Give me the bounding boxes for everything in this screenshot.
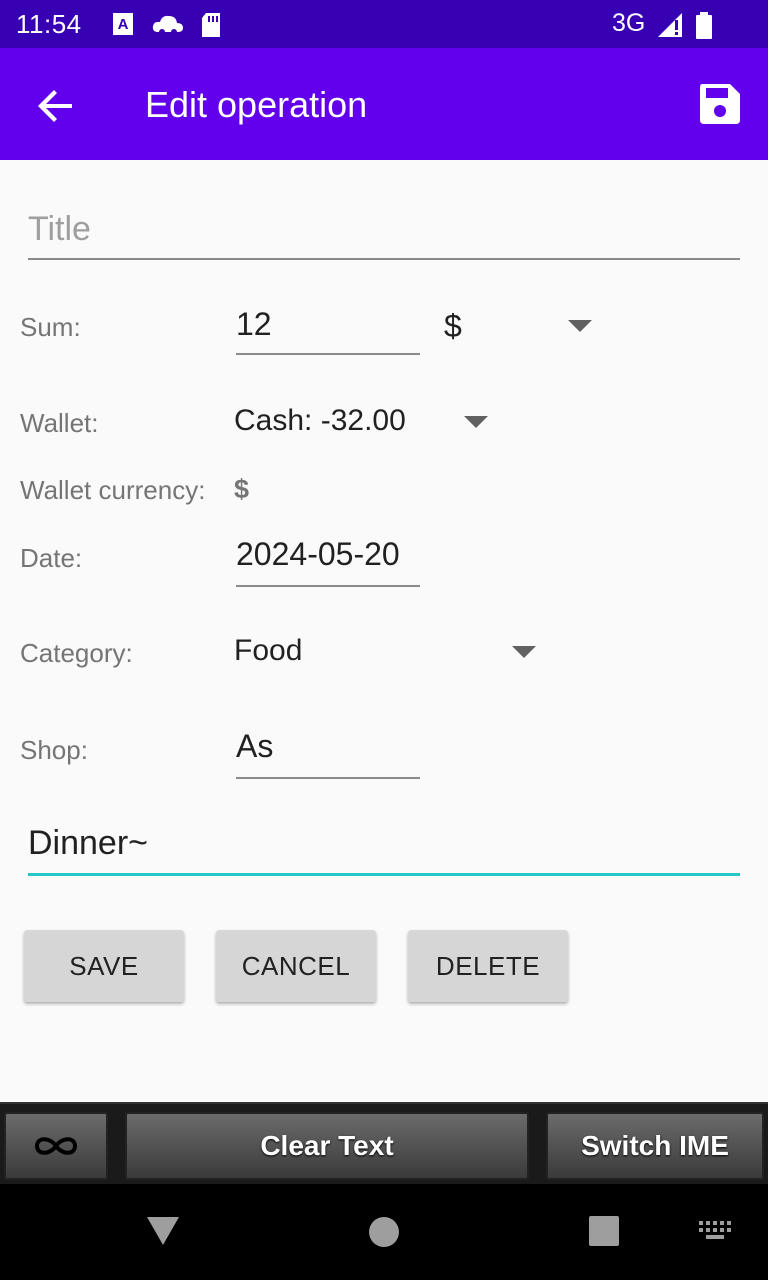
cloud-icon [152, 15, 183, 35]
shop-label: Shop: [20, 735, 88, 765]
cancel-button[interactable]: CANCEL [216, 930, 376, 1002]
sum-label: Sum: [20, 312, 81, 342]
category-dropdown[interactable]: Food [230, 624, 550, 680]
infinity-button[interactable] [4, 1112, 108, 1180]
ime-bar: Clear Text Switch IME [0, 1102, 768, 1184]
shop-field[interactable]: As [236, 722, 420, 779]
wallet-value: Cash: -32.00 [234, 404, 406, 437]
signal-icon [658, 13, 682, 37]
navigation-bar [0, 1184, 768, 1280]
back-triangle-icon[interactable] [146, 1216, 180, 1246]
svg-text:A: A [118, 16, 129, 33]
wallet-dropdown[interactable]: Cash: -32.00 [230, 396, 500, 452]
wallet-currency-label: Wallet currency: [20, 475, 206, 505]
sum-field[interactable]: 12 [236, 298, 420, 355]
arrow-back-icon[interactable] [32, 82, 80, 130]
save-button[interactable]: SAVE [24, 930, 184, 1002]
save-disk-icon[interactable] [696, 80, 744, 128]
delete-button[interactable]: DELETE [408, 930, 568, 1002]
clear-text-button[interactable]: Clear Text [125, 1112, 529, 1180]
category-label: Category: [20, 638, 133, 668]
note-value: Dinner~ [28, 824, 149, 862]
date-value: 2024-05-20 [236, 536, 400, 572]
status-bar: 11:54 A 3G [0, 0, 768, 48]
chevron-down-icon [512, 646, 536, 658]
chevron-down-icon [464, 416, 488, 428]
currency-value: $ [444, 308, 462, 344]
shop-value: As [236, 728, 274, 764]
category-value: Food [234, 634, 303, 667]
recents-square-icon[interactable] [589, 1216, 619, 1246]
network-type: 3G [612, 9, 646, 37]
page-title: Edit operation [145, 84, 368, 125]
infinity-icon [34, 1137, 78, 1155]
font-a-icon: A [113, 13, 133, 35]
chevron-down-icon [568, 320, 592, 332]
sum-value: 12 [236, 306, 272, 342]
wallet-currency-value: $ [234, 474, 250, 504]
date-field[interactable]: 2024-05-20 [236, 530, 420, 587]
app-bar: Edit operation [0, 48, 768, 160]
switch-ime-button[interactable]: Switch IME [546, 1112, 764, 1180]
home-circle-icon[interactable] [368, 1216, 400, 1248]
currency-dropdown[interactable]: $ [440, 298, 600, 354]
date-label: Date: [20, 543, 83, 573]
title-field[interactable] [28, 200, 740, 260]
wallet-label: Wallet: [20, 408, 99, 438]
note-field[interactable]: Dinner~ [28, 816, 740, 876]
sd-card-icon [202, 13, 220, 37]
title-input[interactable] [28, 200, 740, 258]
battery-icon [696, 12, 712, 39]
status-time: 11:54 [16, 9, 82, 39]
keyboard-icon[interactable] [698, 1220, 732, 1242]
